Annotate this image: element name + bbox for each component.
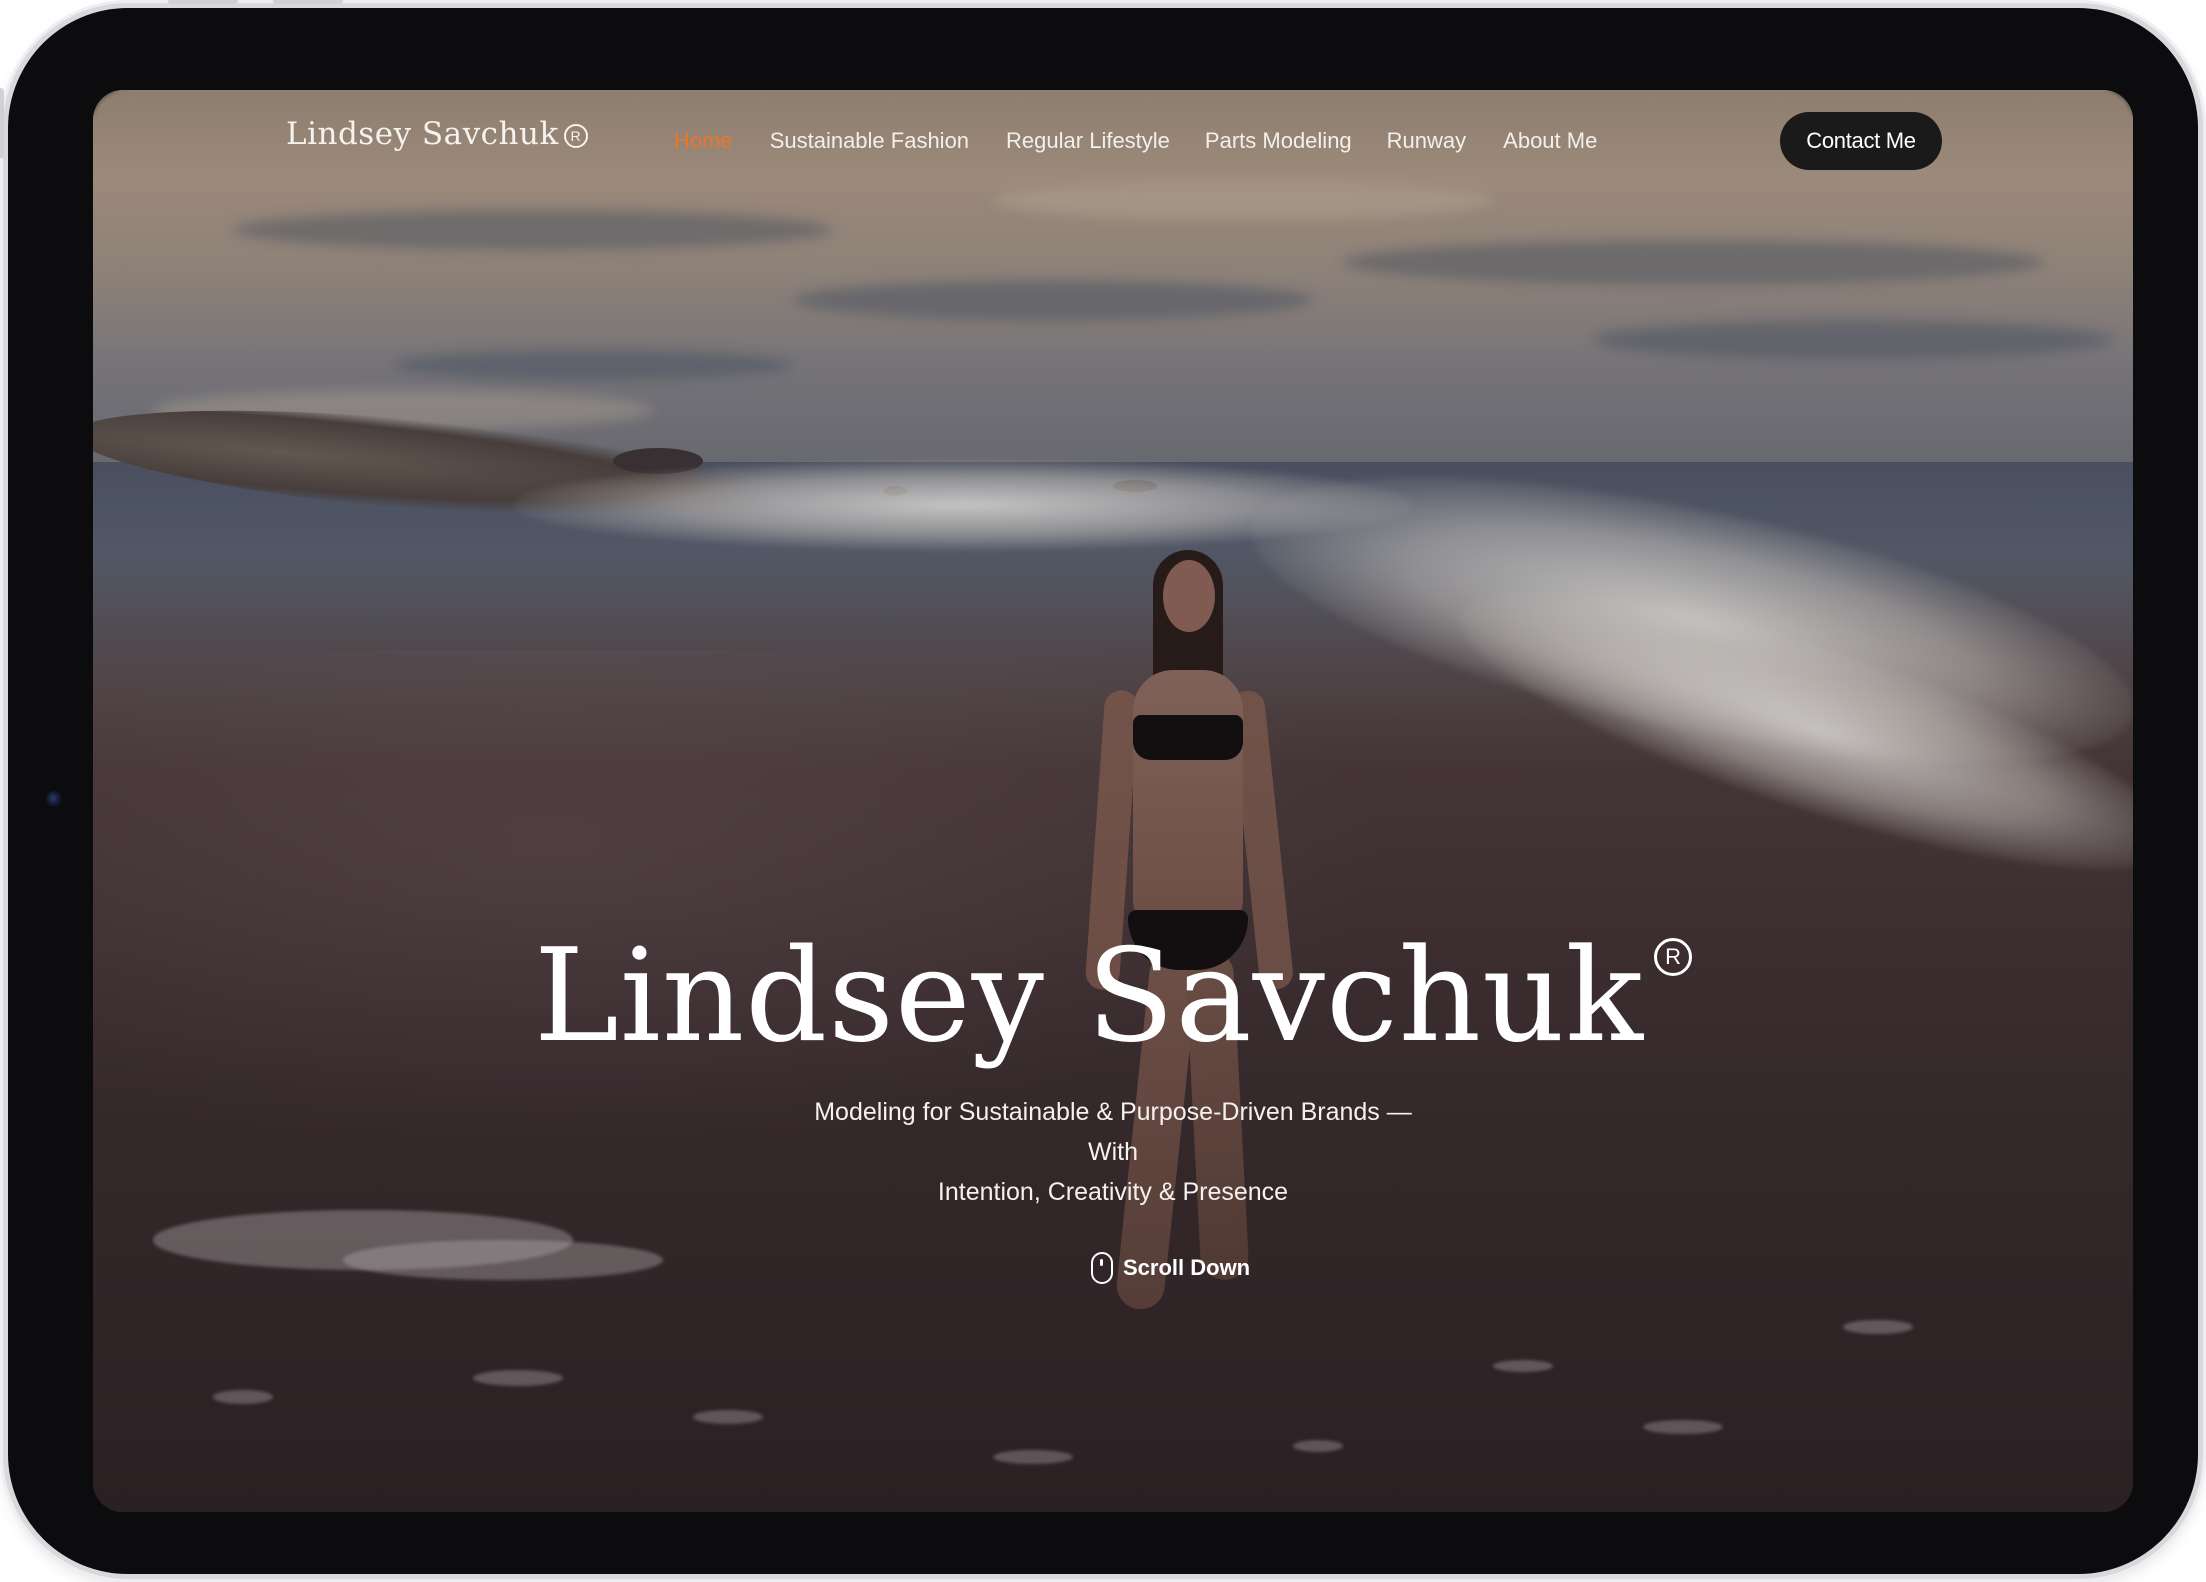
hero-title-text: Lindsey Savchuk	[533, 922, 1645, 1071]
side-button	[0, 88, 4, 158]
hero-subtitle-line-2: Intention, Creativity & Presence	[937, 1178, 1289, 1206]
registered-mark-icon: R	[563, 124, 588, 148]
background-overlay	[93, 90, 2133, 1512]
nav-item-home[interactable]: Home	[674, 126, 733, 156]
nav-item-sustainable-fashion[interactable]: Sustainable Fashion	[770, 126, 969, 156]
nav-item-runway[interactable]: Runway	[1387, 126, 1466, 156]
top-button	[273, 0, 343, 4]
contact-me-button[interactable]: Contact Me	[1780, 112, 1942, 170]
mouse-icon	[1091, 1252, 1113, 1284]
scroll-down-link[interactable]: Scroll Down	[1091, 1252, 1250, 1284]
site-logo[interactable]: Lindsey Savchuk R	[286, 116, 588, 152]
front-camera	[46, 791, 62, 807]
top-button	[168, 0, 238, 4]
navbar: Lindsey Savchuk R Home Sustainable Fashio…	[93, 90, 2133, 192]
hero-subtitle: Modeling for Sustainable & Purpose-Drive…	[813, 1092, 1413, 1212]
registered-mark-icon: R	[1654, 938, 1693, 976]
nav-item-about-me[interactable]: About Me	[1503, 126, 1597, 156]
screen: Lindsey Savchuk R Home Sustainable Fashio…	[93, 90, 2133, 1512]
hero-title: Lindsey Savchuk R	[93, 922, 2133, 1072]
logo-text: Lindsey Savchuk	[286, 116, 559, 152]
hero-subtitle-line-1: Modeling for Sustainable & Purpose-Drive…	[814, 1098, 1412, 1166]
scroll-down-label: Scroll Down	[1123, 1255, 1251, 1280]
nav-item-regular-lifestyle[interactable]: Regular Lifestyle	[1006, 126, 1170, 156]
hero-background	[93, 90, 2133, 1512]
nav-item-parts-modeling[interactable]: Parts Modeling	[1205, 126, 1352, 156]
main-nav: Home Sustainable Fashion Regular Lifesty…	[674, 126, 1597, 156]
tablet-frame: Lindsey Savchuk R Home Sustainable Fashio…	[0, 0, 2198, 1574]
